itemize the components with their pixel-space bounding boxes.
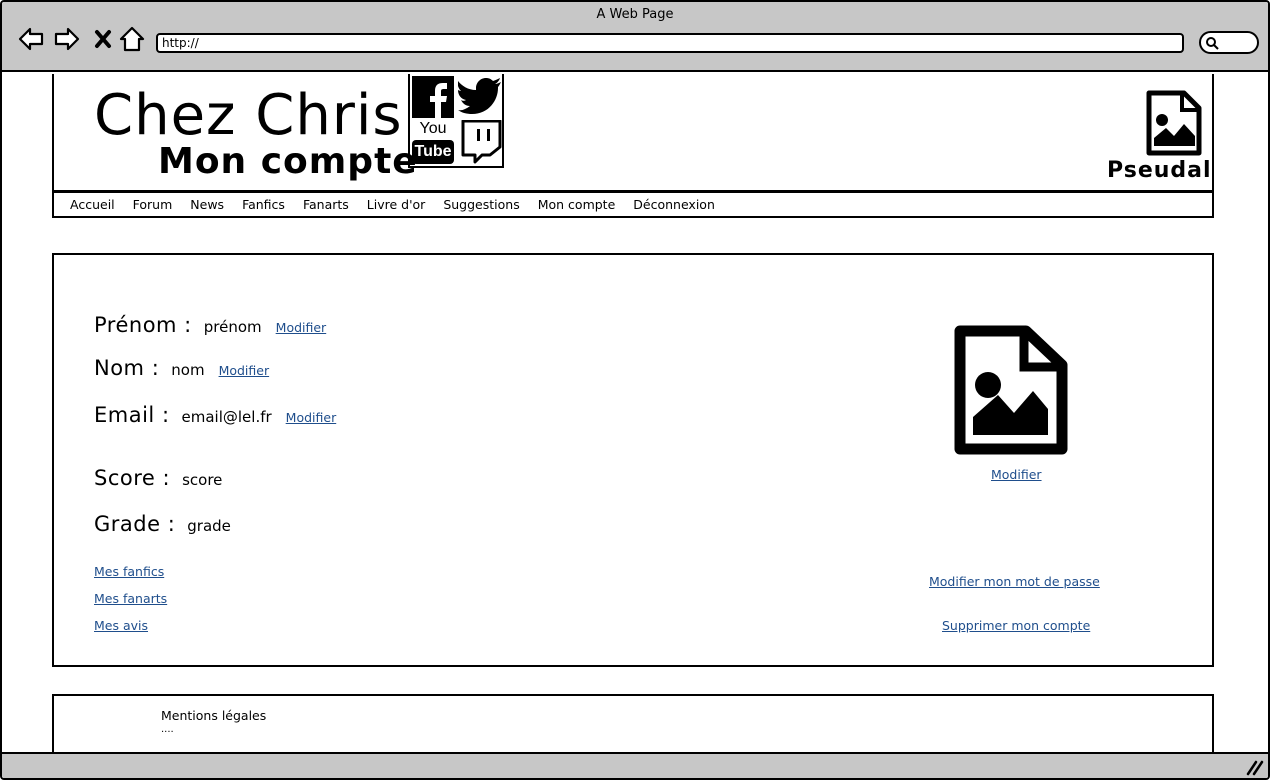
home-icon	[119, 26, 145, 52]
forward-button[interactable]	[52, 24, 82, 54]
back-arrow-icon	[18, 27, 44, 51]
legal-notice[interactable]: Mentions légales	[161, 708, 266, 723]
my-fanfics-link[interactable]: Mes fanfics	[94, 564, 164, 579]
page-title: Mon compte	[158, 141, 418, 182]
social-icons: You Tube	[408, 74, 504, 168]
url-input[interactable]: http://	[156, 33, 1184, 53]
edit-email-link[interactable]: Modifier	[286, 410, 337, 425]
firstname-row: Prénom : prénom Modifier	[94, 313, 326, 337]
change-password-link[interactable]: Modifier mon mot de passe	[929, 574, 1100, 589]
browser-window: A Web Page http:// Chez Chris Mon compte	[0, 0, 1270, 780]
my-reviews-link[interactable]: Mes avis	[94, 618, 148, 633]
browser-search-input[interactable]	[1199, 31, 1259, 54]
resize-grip-icon[interactable]	[1244, 758, 1264, 776]
menu-item-livre-dor[interactable]: Livre d'or	[367, 197, 426, 212]
twitter-icon[interactable]	[458, 77, 502, 115]
lastname-value: nom	[171, 361, 205, 379]
edit-avatar-link[interactable]: Modifier	[991, 467, 1042, 482]
menu-item-fanfics[interactable]: Fanfics	[242, 197, 285, 212]
my-fanarts-link[interactable]: Mes fanarts	[94, 591, 167, 606]
grade-label: Grade :	[94, 512, 176, 536]
back-button[interactable]	[16, 24, 46, 54]
search-icon	[1206, 37, 1219, 50]
lastname-row: Nom : nom Modifier	[94, 356, 269, 380]
email-row: Email : email@lel.fr Modifier	[94, 403, 336, 427]
site-header: Chez Chris Mon compte You Tube Pseudal	[52, 74, 1214, 192]
forward-arrow-icon	[54, 27, 80, 51]
grade-row: Grade : grade	[94, 512, 231, 536]
menu-item-forum[interactable]: Forum	[133, 197, 173, 212]
profile-picture-icon	[954, 325, 1068, 455]
window-title: A Web Page	[596, 7, 674, 22]
email-value: email@lel.fr	[181, 408, 272, 426]
user-avatar-icon[interactable]	[1146, 90, 1202, 156]
close-x-icon	[95, 30, 111, 48]
site-footer: Mentions légales ....	[52, 694, 1214, 756]
score-label: Score :	[94, 466, 171, 490]
edit-firstname-link[interactable]: Modifier	[276, 320, 327, 335]
score-row: Score : score	[94, 466, 222, 490]
youtube-icon[interactable]: You Tube	[412, 120, 454, 166]
username-label: Pseudal	[1107, 158, 1212, 183]
stop-button[interactable]	[88, 24, 118, 54]
site-title: Chez Chris	[94, 83, 403, 148]
menu-item-fanarts[interactable]: Fanarts	[303, 197, 349, 212]
menu-item-deconnexion[interactable]: Déconnexion	[633, 197, 715, 212]
main-menu: Accueil Forum News Fanfics Fanarts Livre…	[52, 191, 1214, 218]
delete-account-link[interactable]: Supprimer mon compte	[942, 618, 1090, 633]
menu-item-suggestions[interactable]: Suggestions	[443, 197, 519, 212]
footer-more: ....	[161, 724, 174, 735]
edit-lastname-link[interactable]: Modifier	[219, 363, 270, 378]
twitch-icon[interactable]	[460, 120, 502, 164]
account-panel: Prénom : prénom Modifier Nom : nom Modif…	[52, 253, 1214, 667]
menu-item-accueil[interactable]: Accueil	[70, 197, 115, 212]
menu-item-news[interactable]: News	[190, 197, 224, 212]
facebook-icon[interactable]	[412, 76, 454, 118]
firstname-value: prénom	[203, 318, 262, 336]
browser-toolbar: A Web Page http://	[2, 2, 1268, 72]
status-bar	[2, 752, 1268, 778]
grade-value: grade	[187, 517, 231, 535]
menu-item-mon-compte[interactable]: Mon compte	[538, 197, 616, 212]
score-value: score	[182, 471, 223, 489]
lastname-label: Nom :	[94, 356, 160, 380]
email-label: Email :	[94, 403, 170, 427]
home-button[interactable]	[117, 24, 147, 54]
firstname-label: Prénom :	[94, 313, 192, 337]
